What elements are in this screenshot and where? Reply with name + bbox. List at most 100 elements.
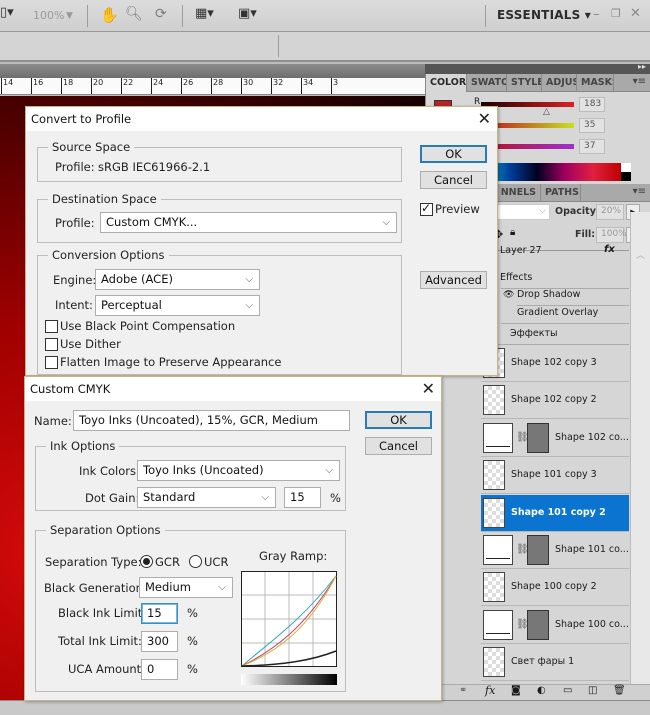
layer-row[interactable]: ⛓ Shape 102 co...: [481, 419, 629, 457]
screen-mode-icon[interactable]: ▣▾: [238, 6, 257, 21]
panel-menu-icon[interactable]: ▾≡: [633, 186, 646, 197]
layers-scrollbar[interactable]: ︿ ﹀: [630, 212, 650, 703]
close-icon[interactable]: ✕: [630, 6, 641, 21]
layer-row[interactable]: Shape 101 copy 2: [481, 494, 629, 532]
tab-paths[interactable]: PATHS: [541, 184, 581, 202]
close-icon[interactable]: ✕: [478, 109, 491, 128]
cancel-button[interactable]: Cancel: [420, 171, 487, 189]
black-generation-label: Black Generation:: [44, 581, 147, 595]
opacity-value[interactable]: 20%: [596, 204, 624, 220]
layer-row[interactable]: Shape 101 copy 3: [481, 457, 629, 495]
restore-icon[interactable]: ❐: [611, 7, 621, 20]
add-layer-style-icon[interactable]: fx: [485, 684, 495, 697]
engine-select[interactable]: Adobe (ACE) ⌵: [95, 269, 260, 290]
layer-27-name[interactable]: Layer 27: [500, 245, 542, 256]
scroll-up-icon[interactable]: ︿: [636, 248, 645, 261]
gcr-label: GCR: [155, 555, 180, 569]
layer-thumbnail: [483, 497, 505, 528]
delete-layer-icon[interactable]: 🗑︎: [613, 685, 626, 696]
dither-checkbox[interactable]: [45, 338, 58, 351]
panel-dock-header: ▸▸: [425, 62, 650, 74]
chevron-down-icon: ⌵: [325, 465, 333, 476]
workspace-label: ESSENTIALS: [497, 8, 581, 22]
link-layers-icon[interactable]: ⚭: [459, 685, 467, 696]
tab-styles[interactable]: STYLES: [507, 74, 542, 92]
tab-masks[interactable]: MASKS: [577, 74, 614, 92]
black-ink-limit-input[interactable]: 15: [141, 603, 178, 624]
group-legend: Conversion Options: [48, 248, 169, 262]
ok-button[interactable]: OK: [365, 411, 432, 429]
select-value: Adobe (ACE): [101, 272, 173, 286]
color-spectrum-ramp[interactable]: [481, 163, 621, 181]
collapse-panels-icon[interactable]: ▸▸: [638, 62, 646, 71]
ruler-tick: 24: [151, 78, 163, 94]
source-space-group: Source Space Profile: sRGB IEC61966-2.1: [37, 140, 402, 182]
intent-select[interactable]: Perceptual ⌵: [95, 295, 260, 316]
blue-value[interactable]: 37: [579, 139, 605, 154]
dot-gain-select[interactable]: Standard ⌵: [137, 487, 276, 508]
ink-colors-select[interactable]: Toyo Inks (Uncoated) ⌵: [137, 460, 340, 481]
zoom-tool-icon[interactable]: 🔍︎: [125, 6, 143, 22]
dither-label: Use Dither: [60, 337, 121, 351]
cancel-button[interactable]: Cancel: [365, 437, 432, 455]
minimize-icon[interactable]: –: [593, 7, 600, 22]
layer-row[interactable]: Shape 102 copy 3: [481, 345, 629, 382]
document-tab-bar: [0, 64, 425, 78]
visibility-eye-icon[interactable]: 👁︎: [503, 290, 514, 300]
ucr-radio[interactable]: [189, 555, 202, 568]
zoom-dropdown-icon[interactable]: ▼: [66, 11, 73, 21]
flatten-checkbox[interactable]: [45, 356, 58, 369]
black-generation-select[interactable]: Medium ⌵: [139, 577, 233, 598]
layer-row[interactable]: Shape 100 copy 2: [481, 569, 629, 607]
total-ink-limit-input[interactable]: 300: [141, 631, 178, 652]
new-layer-icon[interactable]: ◫: [588, 685, 597, 696]
document-arrange-icon[interactable]: ▯▾: [0, 5, 14, 20]
black-swatch[interactable]: [621, 172, 631, 181]
layer-name: Shape 101 copy 2: [511, 506, 606, 518]
white-swatch[interactable]: [621, 163, 631, 172]
gcr-radio[interactable]: [140, 555, 153, 568]
adjustment-layer-icon[interactable]: ◐: [537, 685, 546, 696]
select-value: Standard: [143, 490, 196, 504]
arrange-documents-icon[interactable]: ▦▾: [195, 6, 214, 21]
dialog-title: Custom CMYK: [25, 377, 441, 401]
add-mask-icon[interactable]: ◙: [511, 685, 521, 696]
rotate-view-icon[interactable]: ⟳: [155, 6, 167, 22]
close-icon[interactable]: ✕: [422, 379, 435, 398]
preview-checkbox[interactable]: [420, 201, 433, 216]
workspace-switcher[interactable]: ESSENTIALS ▾: [497, 8, 591, 22]
layer-row[interactable]: Shape 102 copy 2: [481, 382, 629, 420]
divider: [485, 5, 486, 27]
ok-button[interactable]: OK: [420, 145, 487, 163]
green-value[interactable]: 35: [579, 118, 605, 133]
tab-swatches[interactable]: SWATC: [467, 74, 507, 92]
horizontal-scrollbar[interactable]: [0, 700, 650, 715]
tab-color[interactable]: COLOR: [426, 74, 467, 92]
fill-value[interactable]: 100%: [596, 227, 627, 243]
black-point-checkbox[interactable]: [45, 320, 58, 333]
tab-adjustments[interactable]: ADJUS: [542, 74, 577, 92]
percent-label: %: [330, 491, 341, 505]
destination-profile-select[interactable]: Custom CMYK... ⌵: [100, 212, 397, 233]
effect-gradient-overlay[interactable]: Gradient Overlay: [517, 307, 598, 318]
layer-row[interactable]: Свет фары 1: [481, 644, 629, 682]
select-value: Medium: [145, 580, 191, 594]
advanced-button[interactable]: Advanced: [420, 271, 487, 289]
vector-mask-thumbnail: [527, 535, 549, 565]
lock-all-icon[interactable]: 🔒︎: [510, 227, 515, 238]
new-group-icon[interactable]: ▭: [563, 685, 572, 696]
name-input[interactable]: Toyo Inks (Uncoated), 15%, GCR, Medium: [73, 410, 350, 431]
ink-options-group: Ink Options Ink Colors: Toyo Inks (Uncoa…: [35, 439, 346, 511]
panel-menu-icon[interactable]: ▾≡: [633, 76, 646, 87]
hand-tool-icon[interactable]: ✋: [100, 6, 119, 24]
layer-row[interactable]: ⛓ Shape 100 co...: [481, 606, 629, 644]
zoom-level[interactable]: 100%: [33, 9, 64, 22]
layer-row[interactable]: ⛓ Shape 101 co...: [481, 532, 629, 569]
dot-gain-percent-input[interactable]: 15: [284, 487, 321, 508]
red-slider-handle[interactable]: △: [543, 107, 550, 117]
red-value[interactable]: 183: [579, 97, 605, 112]
layer-name: Shape 102 copy 3: [511, 357, 597, 368]
uca-amount-input[interactable]: 0: [141, 659, 178, 680]
select-value: Custom CMYK...: [106, 215, 198, 229]
effect-drop-shadow[interactable]: Drop Shadow: [517, 289, 580, 300]
